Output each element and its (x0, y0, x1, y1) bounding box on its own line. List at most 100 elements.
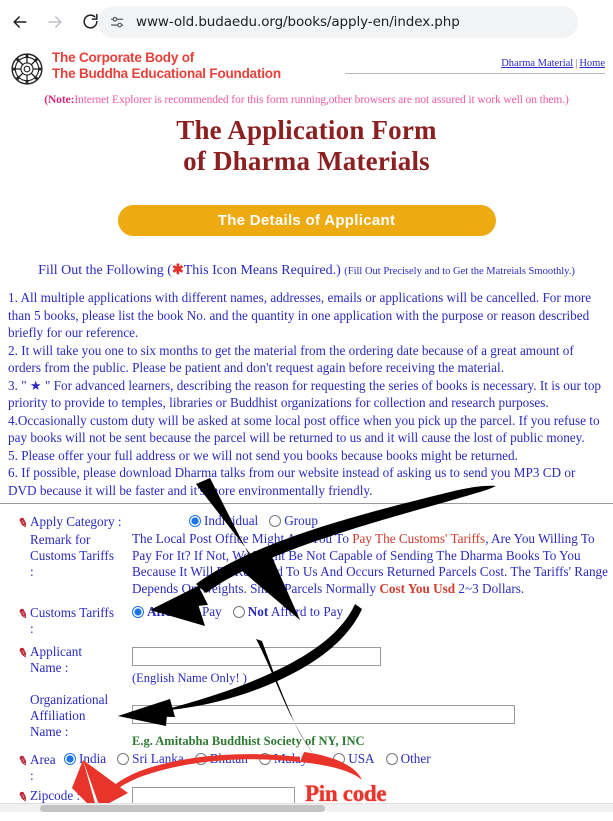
instruction-item: 6. If possible, please download Dharma t… (8, 465, 576, 498)
label-area: ✎ Area : (8, 751, 58, 784)
radio-input-sri-lanka[interactable] (117, 753, 130, 765)
control-customs-tariffs: Afford to Pay Not Afford to Pay (126, 604, 613, 620)
details-banner-wrap: The Details of Applicant (0, 205, 613, 236)
required-marker-icon: ✎ (16, 605, 30, 623)
row-remark-customs-tariffs: Remark for Customs Tariffs : The Local P… (8, 531, 613, 597)
control-apply-category: Individual Group (126, 513, 613, 529)
instruction-item: 5. Please offer your full address or we … (8, 447, 518, 463)
required-marker-icon: ✎ (16, 514, 30, 532)
control-applicant-name: (English Name Only! ) (126, 643, 613, 686)
remark-part4-highlight: Cost You Usd (379, 580, 456, 596)
applicant-name-label-line1: Applicant (30, 644, 83, 659)
remark-part1: The Local Post Office Might Ask You To (132, 531, 353, 546)
radio-label-not-afford-bold: Not (247, 604, 269, 619)
horizontal-scrollbar-thumb[interactable] (40, 805, 325, 812)
radio-apply-category-group[interactable]: Group (269, 513, 318, 529)
radio-area-bhutan[interactable]: Bhutan (194, 751, 248, 767)
applicant-name-input[interactable] (132, 647, 381, 666)
required-marker-icon: ✎ (16, 644, 30, 662)
radio-label-not-afford-rest: Afford to Pay (268, 604, 344, 619)
label-remark-customs-tariffs: Remark for Customs Tariffs : (8, 531, 126, 580)
radio-input-malaysia[interactable] (258, 753, 271, 765)
radio-area-sri-lanka[interactable]: Sri Lanka (117, 751, 184, 767)
radio-area-india[interactable]: India (64, 751, 106, 767)
org-name-line2: The Buddha Educational Foundation (52, 66, 281, 81)
radio-apply-category-individual[interactable]: Individual (189, 513, 258, 529)
instruction-item: 1. All multiple applications with differ… (8, 290, 592, 340)
forward-button[interactable] (40, 7, 70, 37)
page-title-line2: of Dharma Materials (183, 146, 430, 176)
instruction-item: 3. " ★ " For advanced learners, describi… (8, 377, 602, 411)
reload-icon (82, 13, 98, 29)
forward-arrow-icon (48, 15, 62, 28)
radio-label-afford-rest: to Pay (185, 604, 222, 619)
radio-label-india: India (79, 751, 107, 766)
remark-text-block: The Local Post Office Might Ask You To P… (126, 531, 613, 597)
radio-label-bhutan: Bhutan (209, 751, 248, 766)
back-arrow-icon (13, 15, 27, 28)
page-settings-icon[interactable] (109, 14, 126, 31)
radio-input-individual[interactable] (189, 515, 201, 527)
fillout-mid: This Icon Means Required.) (183, 263, 341, 278)
application-form-page: The Corporate Body of The Buddha Educati… (0, 44, 613, 812)
radio-label-sri-lanka: Sri Lanka (132, 751, 184, 766)
organization-name: The Corporate Body of The Buddha Educati… (52, 50, 281, 82)
org-affiliation-label-line2: Affiliation (30, 708, 86, 723)
browser-compatibility-note: (Note:Internet Explorer is recommended f… (0, 94, 613, 106)
page-title: The Application Form of Dharma Materials (0, 115, 613, 177)
row-org-affiliation: Organizational Affiliation Name : E.g. A… (8, 691, 613, 749)
details-of-applicant-banner: The Details of Applicant (117, 205, 496, 236)
radio-customs-not-afford[interactable]: Not Afford to Pay (232, 604, 344, 620)
required-marker-icon: ✎ (16, 752, 30, 770)
radio-area-usa[interactable]: USA (333, 751, 375, 767)
row-customs-tariffs: ✎ Customs Tariffs : Afford to Pay Not Af… (8, 604, 613, 637)
fill-out-instruction: Fill Out the Following (✱This Icon Means… (0, 262, 613, 279)
remark-label-line2: Customs Tariffs (30, 548, 114, 563)
radio-input-not-afford[interactable] (232, 606, 245, 618)
radio-area-malaysia[interactable]: Malaysia (258, 751, 322, 767)
radio-area-other[interactable]: Other (385, 751, 431, 767)
fillout-lead: Fill Out the Following ( (38, 263, 172, 278)
apply-category-text: Apply Category : (30, 514, 122, 529)
radio-label-group: Group (284, 513, 318, 528)
radio-label-individual: Individual (204, 513, 259, 528)
back-button[interactable] (5, 7, 35, 37)
label-customs-tariffs: ✎ Customs Tariffs : (8, 604, 126, 637)
page-viewport: The Corporate Body of The Buddha Educati… (0, 44, 613, 812)
horizontal-scrollbar[interactable] (0, 803, 613, 812)
org-affiliation-input[interactable] (132, 705, 515, 724)
radio-input-usa[interactable] (333, 753, 346, 765)
label-applicant-name: ✎ Applicant Name : (8, 643, 126, 676)
radio-input-india[interactable] (64, 753, 76, 765)
radio-label-usa: USA (348, 751, 375, 766)
browser-toolbar: www-old.budaedu.org/books/apply-en/index… (0, 0, 613, 44)
remark-label-line1: Remark for (30, 532, 91, 547)
customs-tariffs-label-line1: Customs Tariffs (30, 605, 114, 620)
link-home[interactable]: Home (579, 58, 605, 69)
row-applicant-name: ✎ Applicant Name : (English Name Only! ) (8, 643, 613, 686)
control-area: India Sri Lanka Bhutan Malaysia USA Othe… (58, 751, 613, 767)
dharma-wheel-logo (11, 53, 43, 85)
row-area: ✎ Area : India Sri Lanka Bhutan Malaysia… (8, 751, 613, 784)
org-affiliation-hint: E.g. Amitabha Buddhist Society of NY, IN… (132, 734, 365, 748)
label-zipcode: ✎ Zipcode : (8, 787, 126, 805)
link-dharma-material[interactable]: Dharma Material (501, 58, 573, 69)
radio-input-bhutan[interactable] (194, 753, 207, 765)
remark-part2-highlight: Pay The Customs' Tariffs (352, 531, 486, 546)
applicant-name-label-line2: Name : (30, 660, 69, 675)
instructions-list: 1. All multiple applications with differ… (0, 289, 613, 504)
remark-label-line3: : (30, 564, 34, 579)
radio-input-other[interactable] (385, 753, 398, 765)
area-label-text: Area : (30, 752, 56, 783)
label-apply-category: ✎ Apply Category : (8, 513, 126, 532)
applicant-details-form: ✎ Apply Category : Individual Group Rema… (0, 513, 613, 812)
label-org-affiliation: Organizational Affiliation Name : (8, 691, 126, 740)
radio-input-afford[interactable] (132, 606, 144, 618)
instruction-item: 2. It will take you one to six months to… (8, 342, 574, 376)
row-apply-category: ✎ Apply Category : Individual Group (8, 513, 613, 532)
address-bar[interactable]: www-old.budaedu.org/books/apply-en/index… (98, 6, 578, 38)
radio-customs-afford[interactable]: Afford to Pay (132, 604, 222, 620)
org-name-line1: The Corporate Body of (52, 50, 195, 65)
radio-input-group[interactable] (269, 515, 282, 527)
control-org-affiliation: E.g. Amitabha Buddhist Society of NY, IN… (126, 691, 613, 749)
